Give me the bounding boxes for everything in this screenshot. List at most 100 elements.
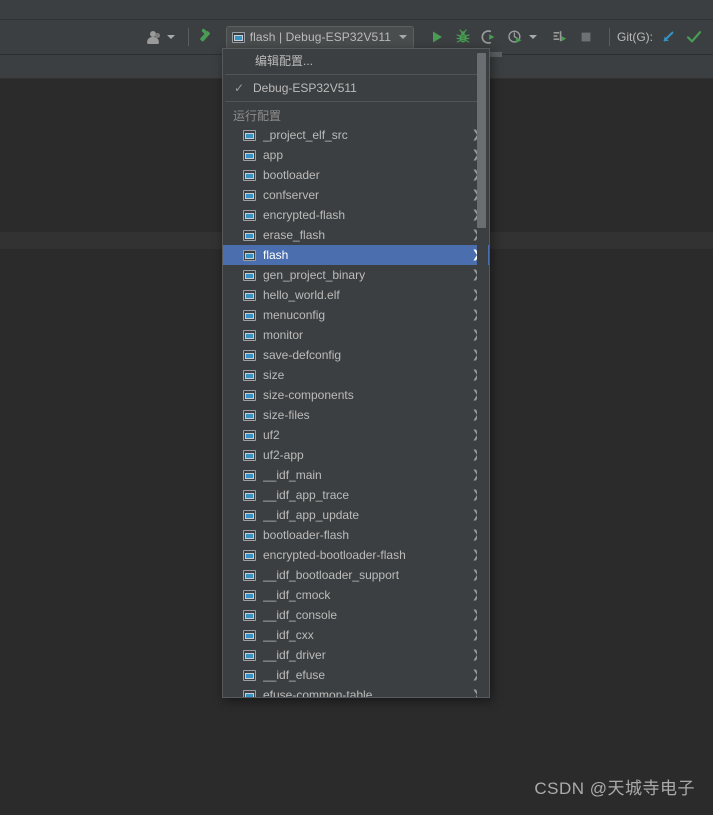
run-button[interactable]: [424, 24, 450, 50]
run-configuration-item[interactable]: encrypted-flash❯: [223, 205, 489, 225]
run-configuration-item[interactable]: save-defconfig❯: [223, 345, 489, 365]
run-with-coverage-button[interactable]: [476, 24, 502, 50]
application-run-icon: [243, 209, 256, 221]
run-configuration-item-label: size-files: [263, 408, 310, 422]
application-run-icon: [243, 369, 256, 381]
run-configuration-item-label: uf2: [263, 428, 280, 442]
run-configurations-popup-menu[interactable]: 编辑配置... ✓ Debug-ESP32V511 运行配置 _project_…: [222, 48, 490, 698]
run-configuration-item-label: hello_world.elf: [263, 288, 340, 302]
application-run-icon: [231, 31, 245, 43]
application-run-icon: [243, 289, 256, 301]
run-configuration-item[interactable]: monitor❯: [223, 325, 489, 345]
window-top-strip: [0, 0, 713, 20]
git-commit-button[interactable]: [681, 24, 707, 50]
run-configuration-item[interactable]: encrypted-bootloader-flash❯: [223, 545, 489, 565]
run-configuration-list: _project_elf_src❯app❯bootloader❯confserv…: [223, 125, 489, 698]
run-configuration-item[interactable]: menuconfig❯: [223, 305, 489, 325]
checkmark-icon: ✓: [233, 81, 245, 95]
run-configuration-item-label: encrypted-bootloader-flash: [263, 548, 406, 562]
application-run-icon: [243, 469, 256, 481]
profile-chevron-down-icon[interactable]: [529, 35, 537, 39]
user-menu-chevron-down-icon[interactable]: [166, 35, 175, 39]
application-run-icon: [243, 649, 256, 661]
run-configuration-item-label: save-defconfig: [263, 348, 342, 362]
toolbar-separator-1: [187, 28, 189, 46]
application-run-icon: [243, 129, 256, 141]
attach-process-button[interactable]: [547, 24, 573, 50]
application-run-icon: [243, 549, 256, 561]
menu-separator-1: [225, 74, 487, 75]
run-configuration-item[interactable]: __idf_cxx❯: [223, 625, 489, 645]
run-configuration-item-label: __idf_efuse: [263, 668, 326, 682]
run-configuration-item[interactable]: __idf_cmock❯: [223, 585, 489, 605]
user-avatar-glyph: [146, 30, 161, 44]
application-run-icon: [243, 429, 256, 441]
application-run-icon: [243, 449, 256, 461]
run-configuration-item[interactable]: erase_flash❯: [223, 225, 489, 245]
run-configuration-item[interactable]: gen_project_binary❯: [223, 265, 489, 285]
run-configuration-item[interactable]: __idf_efuse❯: [223, 665, 489, 685]
menu-group-header: 运行配置: [233, 108, 282, 123]
application-run-icon: [243, 269, 256, 281]
stop-button[interactable]: [573, 24, 599, 50]
run-configuration-item-label: __idf_bootloader_support: [263, 568, 400, 582]
run-configuration-item-label: _project_elf_src: [263, 128, 348, 142]
application-run-icon: [243, 409, 256, 421]
run-configuration-item-label: bootloader: [263, 168, 320, 182]
run-configuration-item[interactable]: __idf_bootloader_support❯: [223, 565, 489, 585]
application-run-icon: [243, 489, 256, 501]
run-configuration-item[interactable]: flash❯: [223, 245, 489, 265]
watermark-text: CSDN @天城寺电子: [534, 779, 695, 798]
run-configuration-item-label: erase_flash: [263, 228, 326, 242]
git-update-project-button[interactable]: [655, 24, 681, 50]
menu-item-current-configuration[interactable]: ✓ Debug-ESP32V511: [223, 78, 489, 98]
run-configuration-item-label: efuse-common-table: [263, 688, 373, 698]
run-configuration-item[interactable]: size-files❯: [223, 405, 489, 425]
menu-content: 编辑配置... ✓ Debug-ESP32V511 运行配置 _project_…: [223, 49, 489, 698]
run-configuration-item[interactable]: uf2-app❯: [223, 445, 489, 465]
run-configuration-item[interactable]: efuse-common-table❯: [223, 685, 489, 698]
application-run-icon: [243, 589, 256, 601]
run-configuration-item-label: uf2-app: [263, 448, 304, 462]
run-configuration-item[interactable]: bootloader-flash❯: [223, 525, 489, 545]
application-run-icon: [243, 569, 256, 581]
user-avatar-icon[interactable]: [143, 24, 165, 50]
application-run-icon: [243, 509, 256, 521]
build-hammer-icon[interactable]: [196, 24, 222, 50]
current-configuration-label: Debug-ESP32V511: [253, 81, 357, 95]
run-configuration-item[interactable]: size❯: [223, 365, 489, 385]
run-configuration-item[interactable]: size-components❯: [223, 385, 489, 405]
menu-item-edit-configurations[interactable]: 编辑配置...: [223, 49, 489, 71]
run-configuration-item[interactable]: _project_elf_src❯: [223, 125, 489, 145]
run-configuration-item-label: confserver: [263, 188, 320, 202]
run-configuration-item-label: monitor: [263, 328, 304, 342]
run-configuration-item-label: __idf_cxx: [263, 628, 314, 642]
run-configuration-item[interactable]: bootloader❯: [223, 165, 489, 185]
application-run-icon: [243, 629, 256, 641]
run-configuration-item[interactable]: confserver❯: [223, 185, 489, 205]
run-configuration-item-label: __idf_driver: [263, 648, 326, 662]
menu-scrollbar-thumb[interactable]: [477, 53, 486, 228]
debug-button[interactable]: [450, 24, 476, 50]
menu-scrollbar-track[interactable]: [477, 50, 488, 697]
application-run-icon: [243, 389, 256, 401]
run-configuration-item[interactable]: __idf_main❯: [223, 465, 489, 485]
run-configuration-item[interactable]: __idf_driver❯: [223, 645, 489, 665]
run-configuration-selector[interactable]: flash | Debug-ESP32V511: [225, 25, 414, 49]
run-configuration-item[interactable]: app❯: [223, 145, 489, 165]
run-configuration-item[interactable]: hello_world.elf❯: [223, 285, 489, 305]
run-configuration-item-label: menuconfig: [263, 308, 326, 322]
run-configuration-item[interactable]: __idf_console❯: [223, 605, 489, 625]
profile-button[interactable]: [502, 24, 528, 50]
application-run-icon: [243, 309, 256, 321]
run-configuration-item-label: size: [263, 368, 285, 382]
run-configuration-item[interactable]: uf2❯: [223, 425, 489, 445]
run-configuration-item-label: encrypted-flash: [263, 208, 346, 222]
run-configuration-item[interactable]: __idf_app_trace❯: [223, 485, 489, 505]
application-run-icon: [243, 249, 256, 261]
run-configuration-item-label: app: [263, 148, 284, 162]
application-run-icon: [243, 229, 256, 241]
run-configuration-chevron-down-icon[interactable]: [399, 35, 407, 39]
run-configuration-item-label: __idf_cmock: [263, 588, 331, 602]
run-configuration-item[interactable]: __idf_app_update❯: [223, 505, 489, 525]
